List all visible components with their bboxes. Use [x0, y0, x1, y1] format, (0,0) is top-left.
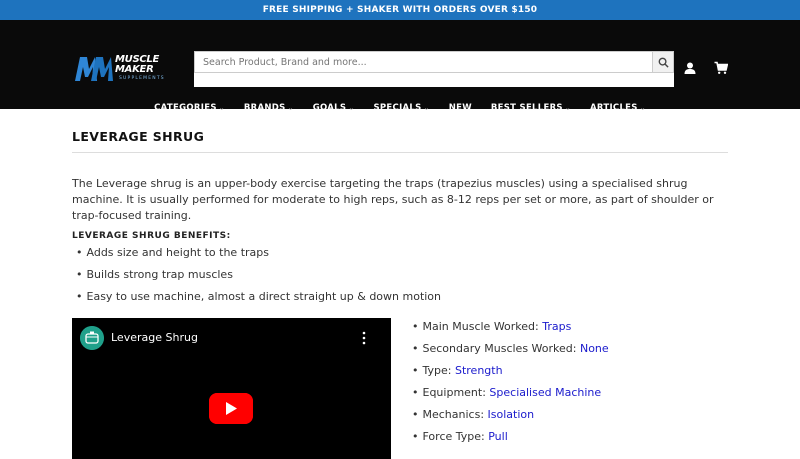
list-item: Builds strong trap muscles: [76, 267, 441, 289]
list-item: Easy to use machine, almost a direct str…: [76, 289, 442, 311]
spec-equipment: Equipment: Specialised Machine: [412, 384, 609, 406]
search-input[interactable]: [194, 51, 653, 73]
logo-wordmark: MUSCLE MAKER: [115, 55, 159, 75]
intro-paragraph: The Leverage shrug is an upper-body exer…: [72, 177, 714, 222]
nav-new[interactable]: NEW: [449, 103, 472, 113]
chevron-down-icon: ⌄: [423, 104, 430, 112]
page-title: LEVERAGE SHRUG: [72, 129, 205, 144]
nav-best-sellers[interactable]: BEST SELLERS ⌄: [491, 103, 571, 113]
exercise-specs: Main Muscle Worked: Traps Secondary Musc…: [412, 318, 609, 450]
spec-link[interactable]: Specialised Machine: [489, 386, 601, 399]
nav-label: GOALS: [312, 103, 347, 113]
user-icon[interactable]: [683, 61, 697, 75]
spec-link[interactable]: Isolation: [488, 408, 535, 421]
spec-force-type: Force Type: Pull: [412, 428, 609, 450]
list-item: Adds size and height to the traps: [76, 245, 441, 267]
spec-label: Main Muscle Worked:: [422, 320, 543, 333]
main-nav: CATEGORIES ⌄ BRANDS ⌄ GOALS ⌄ SPECIALS ⌄ NEW…: [0, 103, 800, 125]
spec-mechanics: Mechanics: Isolation: [412, 406, 609, 428]
site-header: MUSCLE MAKER SUPPLEMENTS CATEGORIES⌄ BRA…: [0, 20, 800, 113]
chevron-down-icon: ⌄: [639, 104, 646, 112]
benefits-list: Adds size and height to the traps Builds…: [76, 245, 442, 311]
spec-link[interactable]: None: [580, 342, 609, 355]
chevron-down-icon: ⌄: [218, 104, 225, 112]
benefits-heading: LEVERAGE SHRUG BENEFITS:: [72, 231, 231, 241]
spec-link[interactable]: Strength: [455, 364, 503, 377]
chevron-down-icon: ⌄: [564, 104, 572, 112]
search-dropdown-area: [194, 73, 674, 87]
logo-subtitle: SUPPLEMENTS: [119, 76, 165, 81]
spec-link[interactable]: Traps: [542, 320, 571, 333]
chevron-down-icon: ⌄: [348, 104, 355, 112]
search-icon: [658, 57, 669, 68]
video-title[interactable]: Leverage Shrug: [111, 331, 198, 344]
promo-banner: FREE SHIPPING + SHAKER WITH ORDERS OVER …: [0, 0, 800, 20]
nav-goals[interactable]: GOALS ⌄: [313, 103, 355, 113]
spec-secondary-muscles: Secondary Muscles Worked: None: [412, 340, 609, 362]
more-options-icon[interactable]: [362, 331, 366, 345]
spec-main-muscle: Main Muscle Worked: Traps: [412, 318, 609, 340]
nav-categories[interactable]: CATEGORIES ⌄: [154, 103, 225, 113]
nav-label: ARTICLES: [590, 103, 638, 113]
spec-label: Type:: [422, 364, 455, 377]
spec-type: Type: Strength: [412, 362, 609, 384]
channel-avatar[interactable]: [80, 326, 104, 350]
spec-link[interactable]: Pull: [488, 430, 508, 443]
spec-label: Mechanics:: [422, 408, 488, 421]
logo-mark: [75, 57, 113, 81]
nav-label: CATEGORIES: [154, 103, 217, 113]
nav-label: SPECIALS: [373, 103, 422, 113]
nav-label: NEW: [448, 103, 472, 113]
nav-label: BRANDS: [243, 103, 286, 113]
search-button[interactable]: [652, 51, 674, 73]
nav-brands[interactable]: BRANDS ⌄: [244, 103, 294, 113]
spec-label: Secondary Muscles Worked:: [422, 342, 580, 355]
nav-specials[interactable]: SPECIALS ⌄: [373, 103, 429, 113]
spec-label: Force Type:: [422, 430, 489, 443]
nav-articles[interactable]: ARTICLES ⌄: [590, 103, 646, 113]
cart-icon[interactable]: [714, 61, 728, 75]
title-divider: [72, 152, 728, 153]
video-player[interactable]: Leverage Shrug: [72, 318, 391, 459]
play-button-icon[interactable]: [209, 393, 253, 424]
spec-label: Equipment:: [422, 386, 490, 399]
chevron-down-icon: ⌄: [287, 104, 294, 112]
logo-line2: MAKER: [115, 64, 154, 75]
site-logo[interactable]: MUSCLE MAKER SUPPLEMENTS: [75, 53, 173, 85]
search-bar: [194, 51, 674, 87]
nav-label: BEST SELLERS: [490, 103, 563, 113]
